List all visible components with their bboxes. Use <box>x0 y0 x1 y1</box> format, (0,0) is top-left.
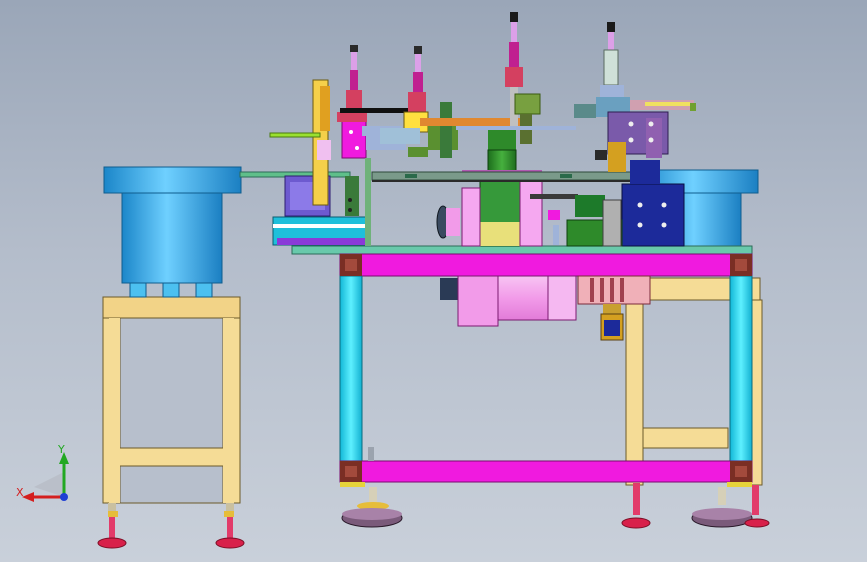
z-axis-marker <box>60 493 68 501</box>
cad-viewport[interactable]: X Y <box>0 0 867 562</box>
y-axis-label: Y <box>58 443 65 456</box>
left-vibratory-bowl[interactable] <box>103 166 242 298</box>
rotary-index-plate[interactable] <box>371 171 633 182</box>
left-stand-feet <box>97 503 245 549</box>
machine-assembly-model[interactable] <box>0 0 867 562</box>
frame-leveling-feet <box>341 447 770 529</box>
drive-motor-assembly[interactable] <box>440 275 651 341</box>
x-axis-label: X <box>16 486 24 499</box>
left-feeder-stand[interactable] <box>102 296 241 504</box>
right-press-station[interactable] <box>566 22 696 247</box>
coordinate-axis-triad <box>22 452 69 502</box>
